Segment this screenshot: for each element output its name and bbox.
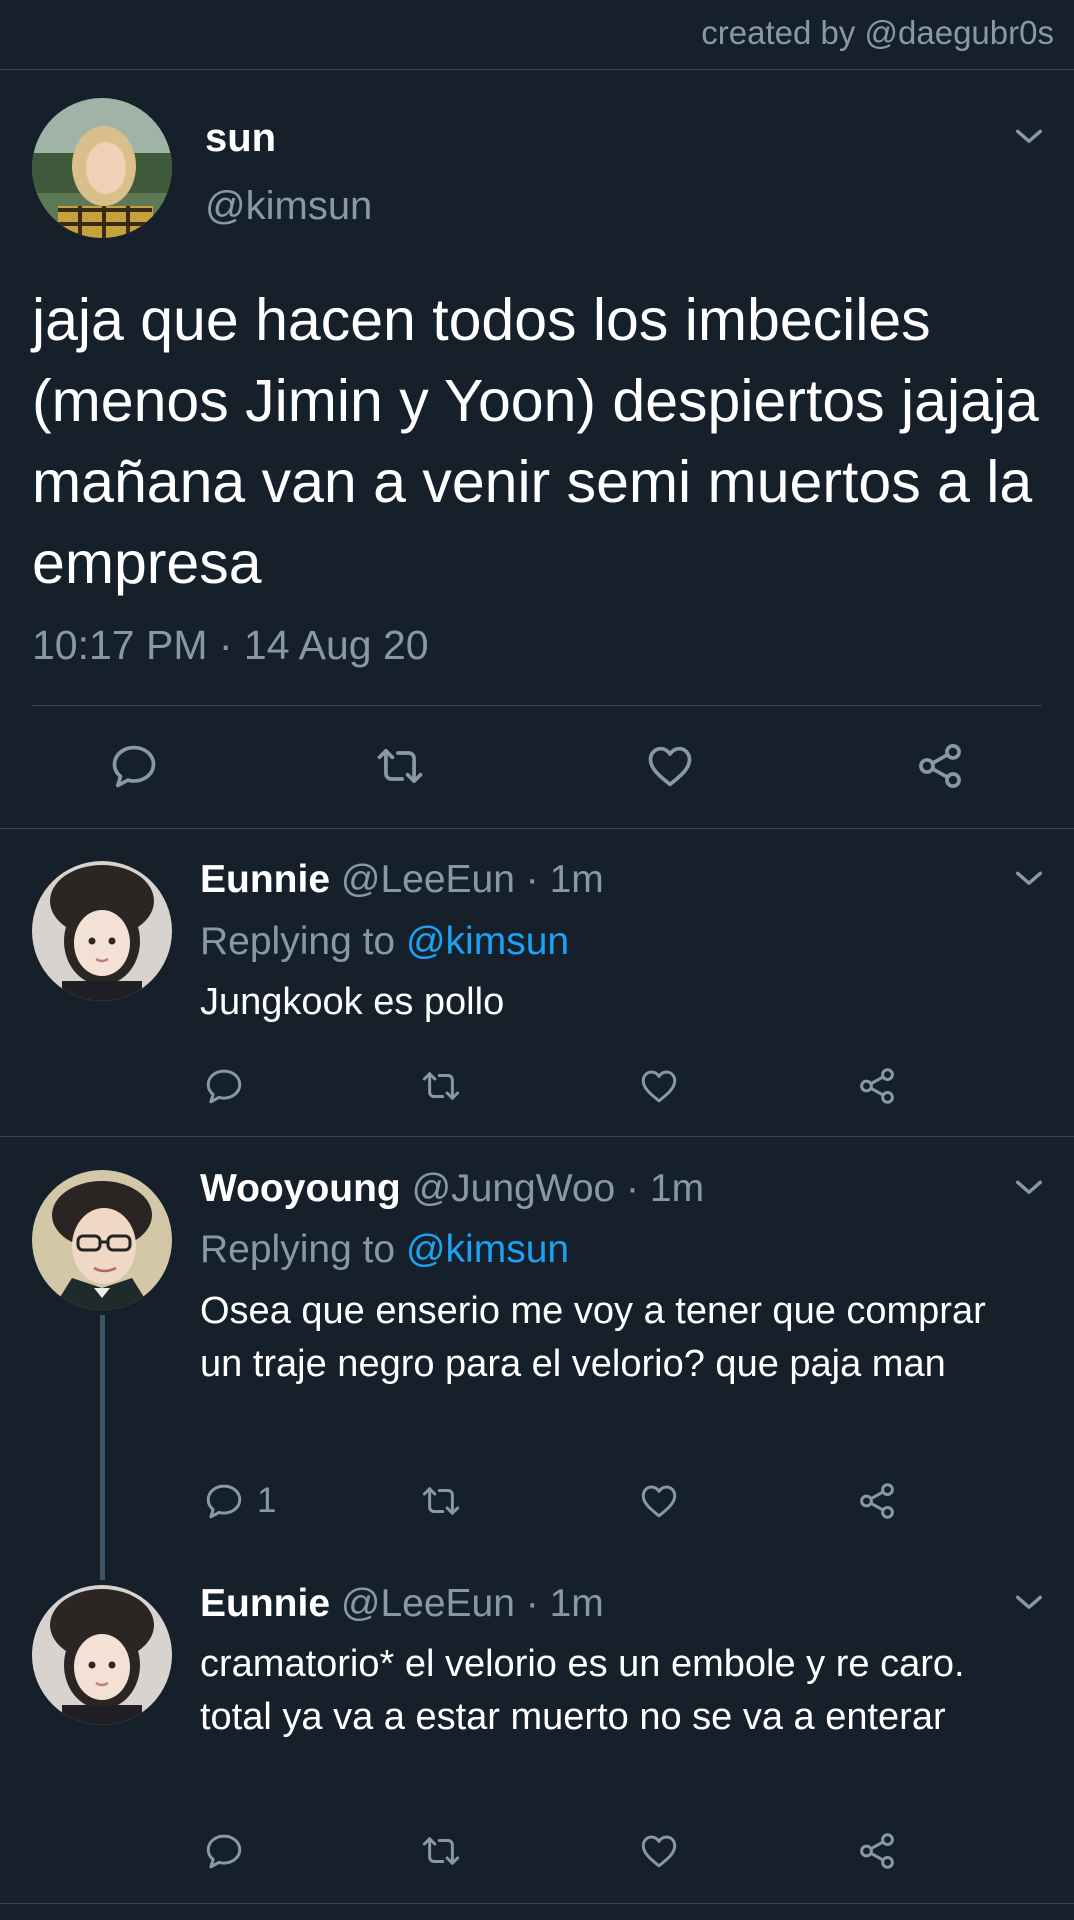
divider [0, 828, 1074, 829]
avatar-eunnie[interactable] [32, 861, 172, 1001]
reply-text: Osea que enserio me voy a tener que comp… [200, 1290, 986, 1385]
reply-button[interactable]: 1 [203, 1480, 276, 1522]
reply-author-line: Eunnie @LeeEun · 1m [200, 1582, 604, 1626]
replying-to-line: Replying to @kimsun [200, 1228, 569, 1272]
like-button[interactable] [644, 740, 696, 792]
retweet-button[interactable] [420, 1830, 462, 1872]
replying-to-label: Replying to [200, 920, 406, 963]
share-button[interactable] [856, 1830, 898, 1872]
share-button[interactable] [856, 1065, 898, 1107]
header-divider [0, 69, 1074, 70]
divider [0, 1136, 1074, 1137]
like-button[interactable] [638, 1065, 680, 1107]
chevron-down-icon[interactable] [1012, 862, 1046, 896]
reply-author-line: Eunnie @LeeEun · 1m [200, 858, 604, 902]
reply-author-name[interactable]: Eunnie [200, 1582, 330, 1625]
replying-to-line: Replying to @kimsun [200, 920, 569, 964]
reply-icon [203, 1065, 245, 1107]
share-button[interactable] [914, 740, 966, 792]
replying-to-mention[interactable]: @kimsun [406, 1228, 569, 1271]
share-icon [856, 1830, 898, 1872]
author-name[interactable]: sun [205, 116, 276, 161]
retweet-icon [420, 1065, 462, 1107]
avatar-girl-icon [32, 861, 172, 1001]
chevron-down-icon[interactable] [1012, 1171, 1046, 1205]
avatar-boy-icon [32, 1170, 172, 1310]
divider [0, 1903, 1074, 1904]
retweet-icon [420, 1480, 462, 1522]
replying-to-mention[interactable]: @kimsun [406, 920, 569, 963]
tweet-text: jaja que hacen todos los imbeciles (meno… [32, 287, 1039, 596]
like-icon [638, 1480, 680, 1522]
reply-icon [108, 740, 160, 792]
share-icon [856, 1480, 898, 1522]
retweet-button[interactable] [374, 740, 426, 792]
share-button[interactable] [856, 1480, 898, 1522]
reply-icon [203, 1480, 245, 1522]
reply-button[interactable] [203, 1830, 257, 1872]
tweet-timestamp: 10:17 PM · 14 Aug 20 [32, 622, 429, 668]
like-button[interactable] [638, 1480, 680, 1522]
like-icon [638, 1065, 680, 1107]
reply-author-name[interactable]: Wooyoung [200, 1167, 401, 1210]
reply-author-line: Wooyoung @JungWoo · 1m [200, 1167, 704, 1211]
reply-author-handle[interactable]: @LeeEun · 1m [341, 858, 604, 901]
divider [32, 705, 1042, 706]
reply-author-handle[interactable]: @JungWoo · 1m [412, 1167, 704, 1210]
thread-connector [100, 1315, 105, 1580]
avatar-blonde-girl-icon [32, 98, 172, 238]
avatar-wooyoung[interactable] [32, 1170, 172, 1310]
avatar-eunnie[interactable] [32, 1585, 172, 1725]
reply-button[interactable] [108, 740, 160, 792]
retweet-button[interactable] [420, 1065, 462, 1107]
share-icon [914, 740, 966, 792]
like-button[interactable] [638, 1830, 680, 1872]
retweet-icon [420, 1830, 462, 1872]
chevron-down-icon[interactable] [1012, 120, 1046, 154]
reply-author-handle[interactable]: @LeeEun · 1m [341, 1582, 604, 1625]
chevron-down-icon[interactable] [1012, 1586, 1046, 1620]
replying-to-label: Replying to [200, 1228, 406, 1271]
retweet-icon [374, 740, 426, 792]
reply-button[interactable] [203, 1065, 257, 1107]
reply-text: Jungkook es pollo [200, 981, 505, 1023]
author-handle[interactable]: @kimsun [205, 184, 372, 229]
reply-icon [203, 1830, 245, 1872]
credit-watermark: created by @daegubr0s [701, 14, 1054, 51]
like-icon [638, 1830, 680, 1872]
like-icon [644, 740, 696, 792]
reply-count: 1 [257, 1481, 277, 1520]
retweet-button[interactable] [420, 1480, 462, 1522]
avatar-girl-icon [32, 1585, 172, 1725]
reply-author-name[interactable]: Eunnie [200, 858, 330, 901]
reply-text: cramatorio* el velorio es un embole y re… [200, 1643, 965, 1738]
avatar-sun[interactable] [32, 98, 172, 238]
share-icon [856, 1065, 898, 1107]
